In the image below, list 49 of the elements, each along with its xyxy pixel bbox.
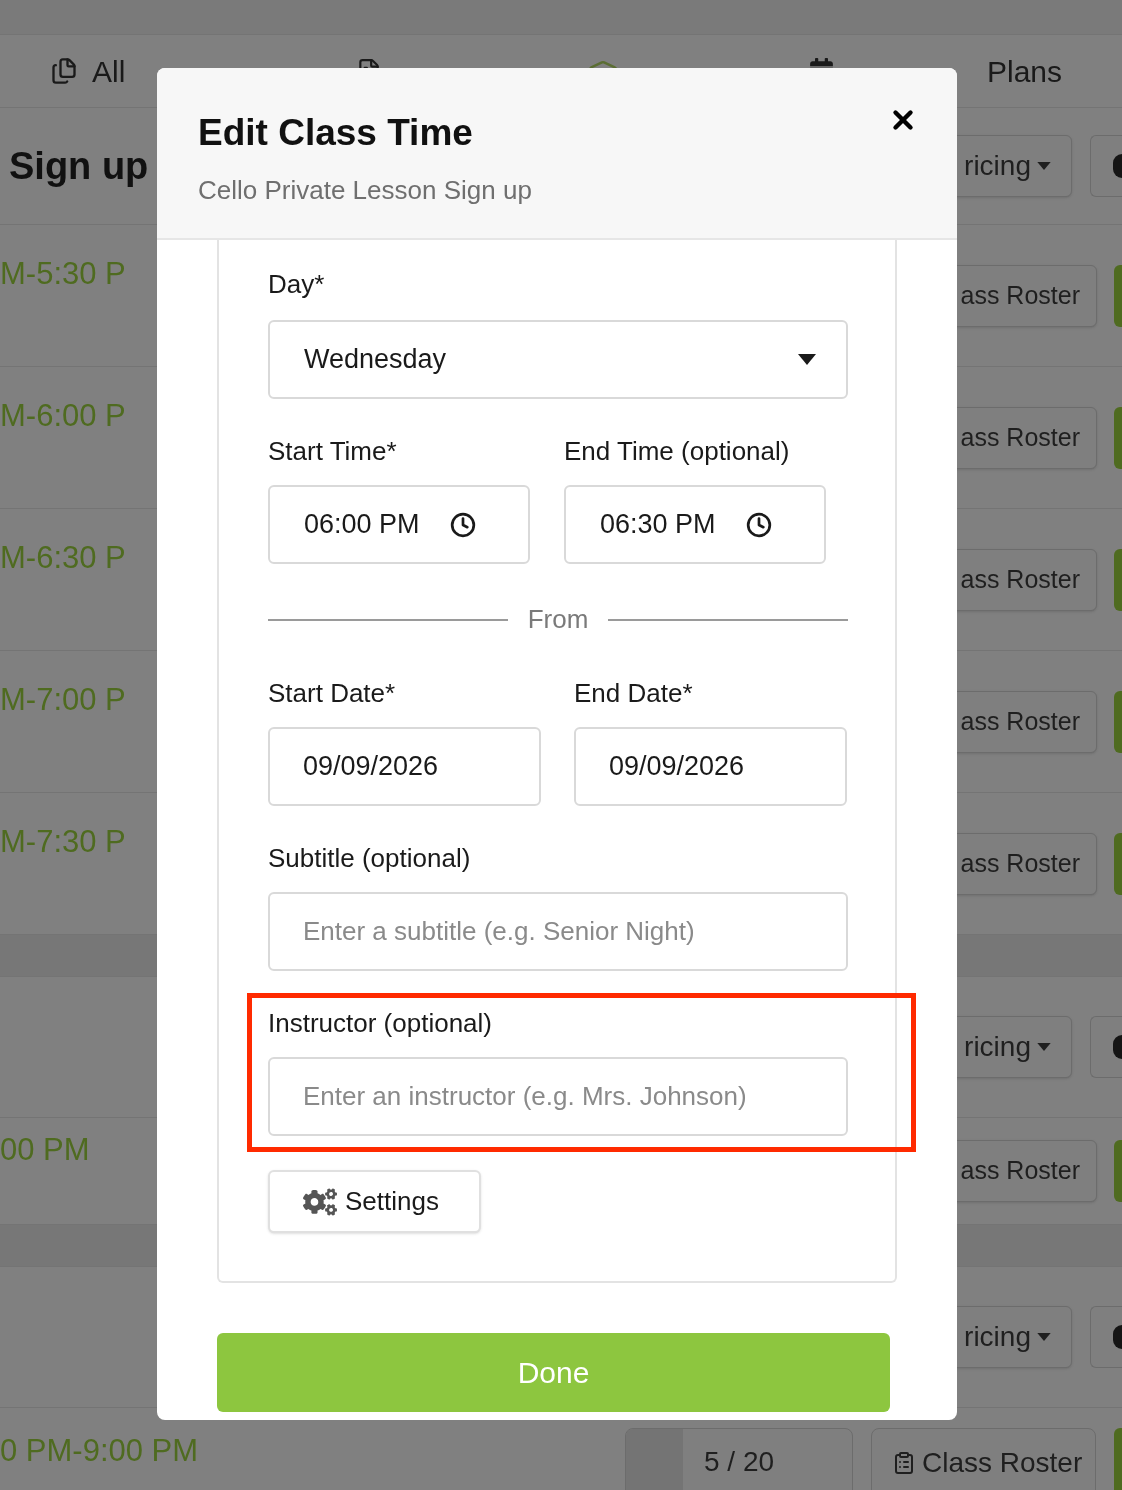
action-button[interactable] [1114, 1428, 1122, 1490]
documents-icon [50, 56, 78, 86]
field-label: Subtitle (optional) [268, 842, 472, 874]
text-field[interactable]: Enter an instructor (e.g. Mrs. Johnson) [268, 1057, 848, 1136]
nav-tab[interactable]: Plans [987, 48, 1063, 94]
modal-subtitle: Cello Private Lesson Sign up [198, 174, 532, 206]
page-title: Sign up [8, 143, 149, 189]
modal-title: Edit Class Time [198, 111, 473, 155]
class-time: 00 PM [0, 1130, 90, 1169]
clock-icon [449, 511, 476, 538]
action-button[interactable] [1114, 548, 1122, 611]
field-label: Start Date* [268, 677, 397, 709]
action-button[interactable] [1114, 832, 1122, 895]
clipboard-icon [892, 1449, 916, 1477]
settings-button[interactable]: Settings [268, 1170, 481, 1233]
class-time: M-6:00 P [0, 397, 126, 436]
action-button[interactable] [1114, 406, 1122, 469]
field-label: Day* [268, 268, 326, 300]
field-label: Instructor (optional) [268, 1007, 493, 1039]
class-time: 0 PM-9:00 PM [0, 1432, 199, 1470]
divider-label: From [527, 603, 589, 636]
text-field[interactable]: Enter a subtitle (e.g. Senior Night) [268, 892, 848, 971]
caret-icon [1037, 162, 1051, 170]
class-time: M-7:00 P [0, 681, 126, 720]
capacity-count: 5 / 20 [704, 1445, 775, 1479]
time-field[interactable]: 06:30 PM [564, 485, 826, 564]
class-roster-button[interactable]: Class Roster [871, 1428, 1096, 1490]
field-label: Start Time* [268, 435, 398, 467]
action-button[interactable] [1114, 1140, 1122, 1202]
date-field[interactable]: 09/09/2026 [268, 727, 541, 806]
circle-button[interactable] [1090, 1016, 1122, 1078]
nav-tab[interactable]: All [92, 48, 126, 94]
class-time: M-7:30 P [0, 823, 126, 862]
caret-icon [798, 354, 816, 365]
circle-button[interactable] [1090, 1306, 1122, 1368]
action-button[interactable] [1114, 264, 1122, 327]
time-field[interactable]: 06:00 PM [268, 485, 530, 564]
day-select[interactable]: Wednesday [268, 320, 848, 399]
class-time: M-5:30 P [0, 255, 126, 294]
action-button[interactable] [1114, 690, 1122, 753]
gears-icon [303, 1187, 337, 1216]
field-label: End Time (optional) [564, 435, 791, 467]
circle-button[interactable] [1090, 135, 1122, 197]
field-label: End Date* [574, 677, 694, 709]
caret-icon [1037, 1043, 1051, 1051]
clock-icon [745, 511, 772, 538]
caret-icon [1037, 1333, 1051, 1341]
date-field[interactable]: 09/09/2026 [574, 727, 847, 806]
class-time: M-6:30 P [0, 539, 126, 578]
